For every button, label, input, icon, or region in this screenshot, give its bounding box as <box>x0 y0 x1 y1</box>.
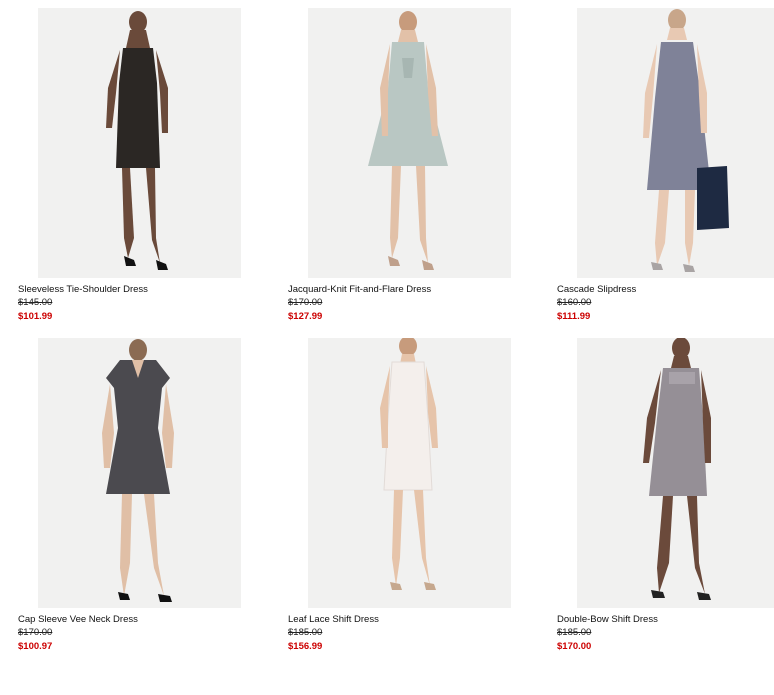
product-image[interactable] <box>38 338 241 608</box>
original-price: $185.00 <box>557 627 592 638</box>
sale-price: $100.97 <box>18 641 53 652</box>
product-name[interactable]: Leaf Lace Shift Dress <box>288 614 379 625</box>
product-image[interactable] <box>577 338 774 608</box>
original-price: $170.00 <box>18 627 53 638</box>
sale-price: $101.99 <box>18 311 53 322</box>
product-image[interactable] <box>577 8 774 278</box>
product-image[interactable] <box>308 338 511 608</box>
original-price: $170.00 <box>288 297 323 308</box>
product-image[interactable] <box>38 8 241 278</box>
original-price: $185.00 <box>288 627 323 638</box>
product-grid: Sleeveless Tie-Shoulder Dress $145.00 $1… <box>0 0 774 695</box>
product-name[interactable]: Cascade Slipdress <box>557 284 636 295</box>
product-image[interactable] <box>308 8 511 278</box>
product-name[interactable]: Jacquard-Knit Fit-and-Flare Dress <box>288 284 431 295</box>
product-name[interactable]: Cap Sleeve Vee Neck Dress <box>18 614 138 625</box>
sale-price: $127.99 <box>288 311 323 322</box>
sale-price: $170.00 <box>557 641 592 652</box>
product-name[interactable]: Double-Bow Shift Dress <box>557 614 658 625</box>
original-price: $160.00 <box>557 297 592 308</box>
sale-price: $156.99 <box>288 641 323 652</box>
sale-price: $111.99 <box>557 311 591 322</box>
original-price: $145.00 <box>18 297 53 308</box>
product-name[interactable]: Sleeveless Tie-Shoulder Dress <box>18 284 148 295</box>
